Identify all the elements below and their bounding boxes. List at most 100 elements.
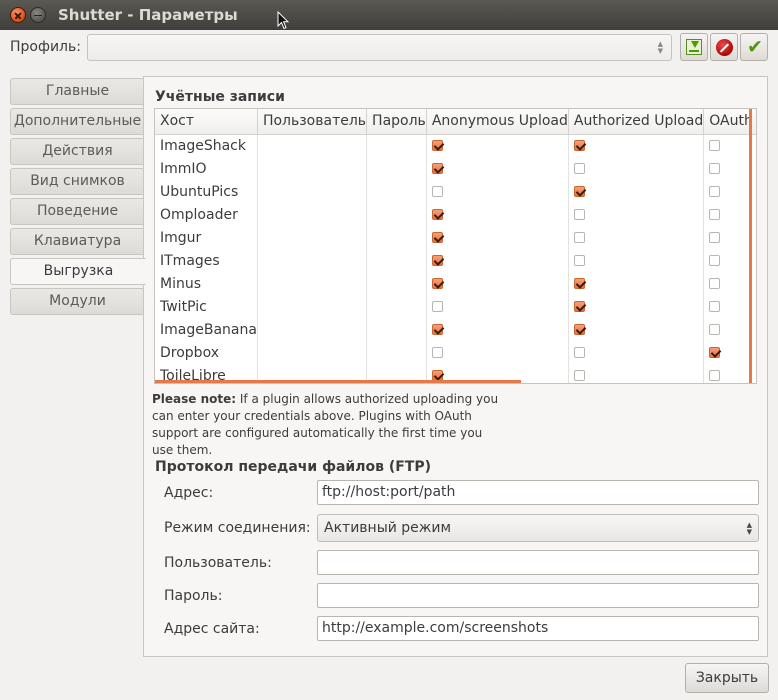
tab-plugins[interactable]: Модули <box>10 288 144 315</box>
authorized-upload-checkbox[interactable] <box>573 301 585 312</box>
table-row[interactable]: ImageBanana <box>155 318 756 341</box>
authorized-upload-checkbox[interactable] <box>573 255 585 266</box>
column-header-user[interactable]: Пользователь <box>257 109 368 135</box>
oauth-upload-checkbox[interactable] <box>709 324 721 335</box>
tab-main[interactable]: Главные <box>10 78 144 105</box>
anonymous-upload-checkbox[interactable] <box>431 186 443 197</box>
ftp-mode-label: Режим соединения: <box>164 520 311 536</box>
password-cell <box>366 226 427 249</box>
authorized-upload-checkbox[interactable] <box>573 186 585 197</box>
ftp-mode-select[interactable]: Активный режим ▲ ▼ <box>317 514 759 542</box>
table-row[interactable]: Imgur <box>155 226 756 249</box>
host-cell: Dropbox <box>155 341 258 364</box>
oauth-upload-checkbox[interactable] <box>709 186 721 197</box>
close-button[interactable]: Закрыть <box>685 663 769 693</box>
authorized-upload-checkbox[interactable] <box>573 163 585 174</box>
oauth-upload-checkbox[interactable] <box>709 232 721 243</box>
anonymous-upload-cell <box>426 295 569 318</box>
apply-profile-button[interactable]: ✔ <box>740 33 768 61</box>
table-row[interactable]: ImageShack <box>155 134 756 157</box>
authorized-upload-checkbox[interactable] <box>573 232 585 243</box>
note-bold: Please note: <box>152 392 237 406</box>
table-row[interactable]: TwitPic <box>155 295 756 318</box>
user-cell <box>257 134 368 157</box>
oauth-upload-checkbox[interactable] <box>709 140 721 152</box>
checkmark-icon: ✔ <box>747 36 763 58</box>
profile-select[interactable]: ▲ ▼ <box>87 34 672 61</box>
delete-profile-button[interactable] <box>710 33 738 61</box>
oauth-upload-checkbox[interactable] <box>709 370 721 381</box>
tab-keyboard[interactable]: Клавиатура <box>10 228 144 255</box>
oauth-upload-checkbox[interactable] <box>709 255 721 266</box>
anonymous-upload-checkbox[interactable] <box>431 140 443 152</box>
ftp-password-field[interactable] <box>317 583 759 608</box>
anonymous-upload-cell <box>426 318 569 341</box>
column-header-anonymous-upload[interactable]: Anonymous Upload <box>426 109 569 135</box>
table-row[interactable]: Omploader <box>155 203 756 226</box>
column-header-authorized-upload[interactable]: Authorized Upload <box>568 109 705 135</box>
ftp-address-field[interactable]: ftp://host:port/path <box>317 480 759 505</box>
oauth-upload-checkbox[interactable] <box>709 301 721 312</box>
table-row[interactable]: Dropbox <box>155 341 756 364</box>
authorized-upload-checkbox[interactable] <box>573 278 585 289</box>
ftp-site-field[interactable]: http://example.com/screenshots <box>317 616 759 641</box>
column-header-host[interactable]: Хост <box>155 109 258 135</box>
oauth-upload-checkbox[interactable] <box>709 347 721 358</box>
authorized-upload-cell <box>568 272 705 295</box>
user-cell <box>257 203 368 226</box>
user-cell <box>257 249 368 272</box>
anonymous-upload-cell <box>426 272 569 295</box>
host-cell: Minus <box>155 272 258 295</box>
horizontal-scrollbar[interactable] <box>155 380 521 383</box>
anonymous-upload-checkbox[interactable] <box>431 324 443 335</box>
ftp-mode-value: Активный режим <box>324 520 452 536</box>
anonymous-upload-checkbox[interactable] <box>431 232 443 243</box>
anonymous-upload-cell <box>426 341 569 364</box>
user-cell <box>257 226 368 249</box>
password-cell <box>366 341 427 364</box>
authorized-upload-checkbox[interactable] <box>573 324 585 335</box>
table-row[interactable]: UbuntuPics <box>155 180 756 203</box>
anonymous-upload-checkbox[interactable] <box>431 163 443 174</box>
upload-note: Please note: If a plugin allows authoriz… <box>152 391 502 459</box>
mouse-cursor-icon <box>277 11 289 30</box>
anonymous-upload-checkbox[interactable] <box>431 255 443 266</box>
authorized-upload-checkbox[interactable] <box>573 370 585 381</box>
window-minimize-icon[interactable] <box>30 7 46 23</box>
password-cell <box>366 249 427 272</box>
tab-image-view[interactable]: Вид снимков <box>10 168 144 195</box>
authorized-upload-cell <box>568 341 705 364</box>
oauth-upload-checkbox[interactable] <box>709 163 721 174</box>
anonymous-upload-checkbox[interactable] <box>431 209 443 220</box>
authorized-upload-checkbox[interactable] <box>573 140 585 152</box>
anonymous-upload-checkbox[interactable] <box>431 347 443 358</box>
oauth-upload-checkbox[interactable] <box>709 209 721 220</box>
anonymous-upload-cell <box>426 157 569 180</box>
column-header-password[interactable]: Пароль <box>366 109 427 135</box>
authorized-upload-checkbox[interactable] <box>573 347 585 358</box>
accounts-title: Учётные записи <box>155 89 285 105</box>
user-cell <box>257 157 368 180</box>
ftp-user-field[interactable] <box>317 550 759 575</box>
table-row[interactable]: ITmages <box>155 249 756 272</box>
delete-icon <box>716 39 733 56</box>
tab-upload[interactable]: Выгрузка <box>10 258 146 285</box>
table-row[interactable]: ImmIO <box>155 157 756 180</box>
tab-actions[interactable]: Действия <box>10 138 144 165</box>
password-cell <box>366 272 427 295</box>
oauth-upload-checkbox[interactable] <box>709 278 721 289</box>
save-icon <box>686 39 702 55</box>
user-cell <box>257 272 368 295</box>
window-close-icon[interactable] <box>10 7 26 23</box>
anonymous-upload-cell <box>426 134 569 157</box>
anonymous-upload-cell <box>426 226 569 249</box>
accounts-table[interactable]: Хост Пользователь Пароль Anonymous Uploa… <box>154 108 757 384</box>
vertical-scrollbar[interactable] <box>749 109 752 383</box>
anonymous-upload-checkbox[interactable] <box>431 301 443 312</box>
authorized-upload-checkbox[interactable] <box>573 209 585 220</box>
tab-advanced[interactable]: Дополнительные <box>10 108 144 135</box>
table-row[interactable]: Minus <box>155 272 756 295</box>
anonymous-upload-checkbox[interactable] <box>431 278 443 289</box>
tab-behavior[interactable]: Поведение <box>10 198 144 225</box>
save-profile-button[interactable] <box>680 33 708 61</box>
